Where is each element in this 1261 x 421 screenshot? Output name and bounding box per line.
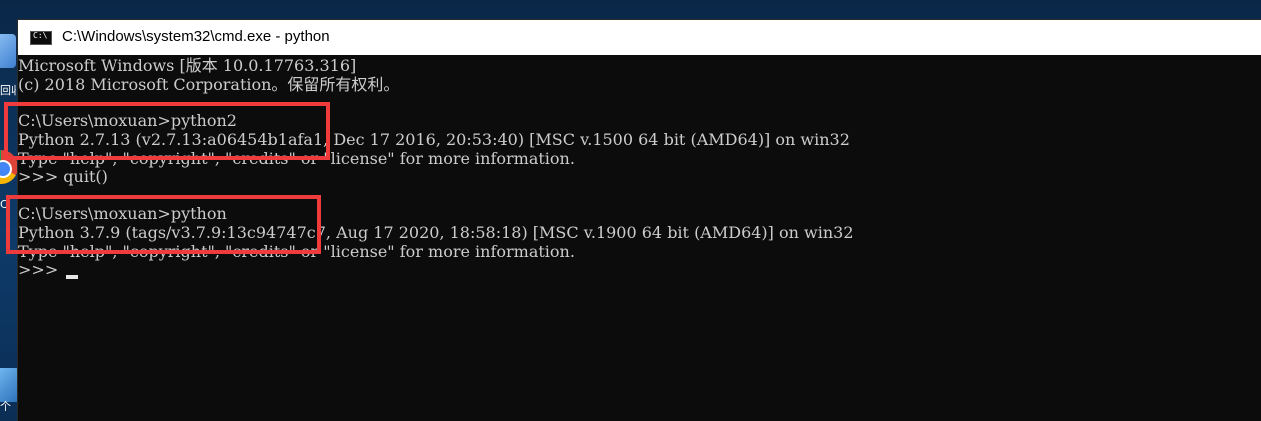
chrome-label: C [0, 198, 8, 211]
title-bar[interactable]: C:\Windows\system32\cmd.exe - python [18, 20, 1261, 55]
console-line: (c) 2018 Microsoft Corporation。保留所有权利。 [18, 75, 400, 94]
text-cursor [66, 275, 78, 279]
cmd-icon [30, 31, 52, 45]
console-prompt: >>> [18, 260, 64, 279]
console-line: C:\Users\moxuan>python [18, 204, 227, 223]
console-line: Python 3.7.9 (tags/v3.7.9:13c94747c7, Au… [18, 223, 854, 242]
cmd-window[interactable]: C:\Windows\system32\cmd.exe - python Mic… [4, 20, 1261, 421]
console-line: C:\Users\moxuan>python2 [18, 111, 237, 130]
console-line: Type "help", "copyright", "credits" or "… [18, 242, 575, 261]
recycle-bin-label: 回收 [0, 84, 16, 97]
console-line: Python 2.7.13 (v2.7.13:a06454b1afa1, Dec… [18, 130, 850, 149]
desktop-app-label: 个 [0, 400, 11, 413]
console-line: Microsoft Windows [版本 10.0.17763.316] [18, 56, 357, 75]
console-line: Type "help", "copyright", "credits" or "… [18, 149, 575, 168]
chrome-icon[interactable] [0, 150, 18, 184]
recycle-bin-icon[interactable] [0, 34, 16, 68]
console-output[interactable]: Microsoft Windows [版本 10.0.17763.316] (c… [4, 55, 1261, 421]
console-line: >>> quit() [18, 167, 108, 186]
desktop: 回收 C 个 C:\Windows\system32\cmd.exe - pyt… [0, 0, 1261, 421]
desktop-app-icon[interactable] [0, 368, 20, 402]
window-title: C:\Windows\system32\cmd.exe - python [62, 28, 330, 45]
